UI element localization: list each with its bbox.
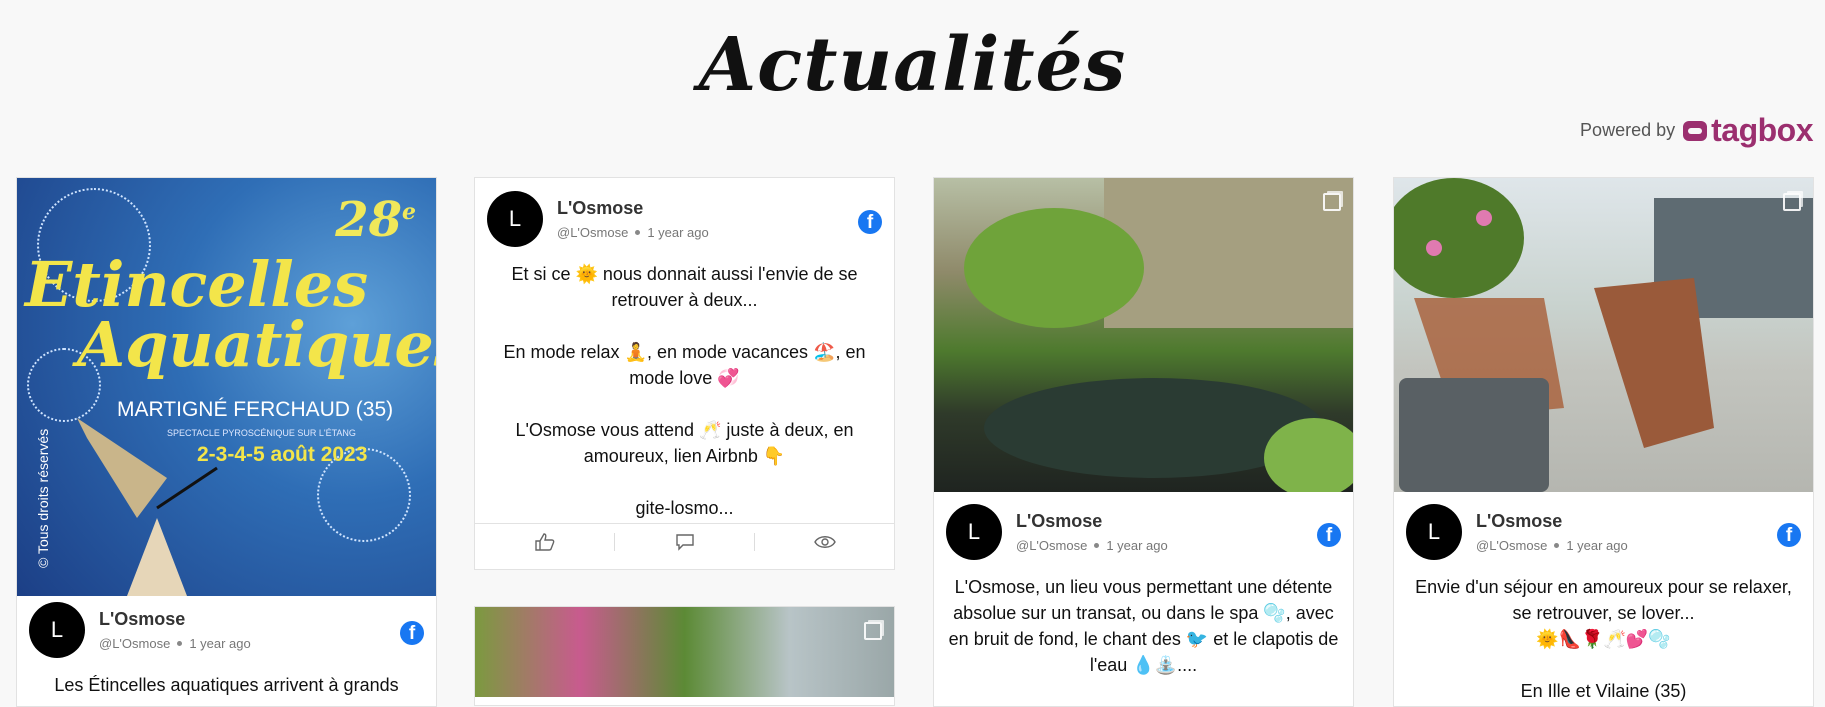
post-card[interactable]: 28e Etincelles Aquatiques MARTIGNÉ FERCH…	[16, 177, 437, 707]
comment-icon	[675, 533, 694, 551]
post-card[interactable]: L L'Osmose @L'Osmose 1 year ago f Envie d…	[1393, 177, 1814, 707]
post-time: 1 year ago	[1106, 538, 1168, 553]
tagbox-logo[interactable]: tagbox	[1683, 112, 1813, 149]
tagbox-logo-icon	[1683, 120, 1708, 141]
view-icon	[813, 535, 836, 548]
page-title: Actualités	[698, 22, 1127, 108]
gallery-icon	[1783, 193, 1801, 211]
pond-illustration	[964, 178, 1353, 492]
facebook-icon[interactable]: f	[400, 621, 424, 645]
like-icon	[534, 532, 554, 551]
author-meta: @L'Osmose 1 year ago	[1476, 538, 1628, 553]
post-text: Envie d'un séjour en amoureux pour se re…	[1394, 574, 1813, 704]
avatar[interactable]: L	[1406, 504, 1462, 560]
powered-by-label: Powered by	[1580, 120, 1676, 140]
post-paragraph: L'Osmose vous attend 🥂 juste à deux, en …	[515, 420, 854, 466]
comment-button[interactable]	[615, 532, 755, 551]
post-text: Et si ce 🌞 nous donnait aussi l'envie de…	[475, 261, 894, 523]
post-actions	[475, 523, 894, 559]
separator-dot	[635, 230, 641, 235]
avatar[interactable]: L	[946, 504, 1002, 560]
post-author[interactable]: L L'Osmose @L'Osmose 1 year ago f	[934, 498, 1353, 566]
post-image[interactable]	[1394, 178, 1813, 492]
separator-dot	[1554, 543, 1560, 548]
post-emoji-line: 🌞👠🌹🥂💕🫧	[1536, 629, 1671, 649]
facebook-icon[interactable]: f	[1317, 523, 1341, 547]
separator-dot	[1094, 543, 1100, 548]
powered-by-tagbox[interactable]: Powered by tagbox	[1580, 112, 1813, 149]
post-card[interactable]	[474, 606, 895, 706]
post-paragraph: Envie d'un séjour en amoureux pour se re…	[1415, 577, 1792, 623]
post-text: L'Osmose, un lieu vous permettant une dé…	[948, 577, 1339, 675]
post-paragraph: Et si ce 🌞 nous donnait aussi l'envie de…	[511, 264, 858, 310]
post-image[interactable]	[934, 178, 1353, 492]
author-handle: @L'Osmose	[1016, 538, 1088, 553]
facebook-icon[interactable]: f	[858, 210, 882, 234]
separator-dot	[177, 641, 183, 646]
author-handle: @L'Osmose	[557, 225, 629, 240]
author-meta: @L'Osmose 1 year ago	[1016, 538, 1168, 553]
avatar[interactable]: L	[29, 602, 85, 658]
gallery-icon	[864, 622, 882, 640]
post-image[interactable]	[475, 607, 894, 697]
author-name[interactable]: L'Osmose	[1016, 511, 1168, 532]
post-time: 1 year ago	[189, 636, 251, 651]
facebook-icon[interactable]: f	[1777, 523, 1801, 547]
post-card[interactable]: L L'Osmose @L'Osmose 1 year ago f L'Osmos…	[933, 177, 1354, 707]
author-name[interactable]: L'Osmose	[1476, 511, 1628, 532]
post-text: Les Étincelles aquatiques arrivent à gra…	[54, 675, 399, 706]
post-paragraph: En Ille et Vilaine (35)	[1520, 681, 1687, 701]
view-button[interactable]	[755, 533, 894, 551]
post-image[interactable]: 28e Etincelles Aquatiques MARTIGNÉ FERCH…	[17, 178, 436, 596]
avatar[interactable]: L	[487, 191, 543, 247]
author-name[interactable]: L'Osmose	[99, 609, 251, 630]
author-name[interactable]: L'Osmose	[557, 198, 709, 219]
post-card[interactable]: L L'Osmose @L'Osmose 1 year ago f Et si c…	[474, 177, 895, 570]
post-link-text[interactable]: gite-losmo...	[489, 495, 880, 521]
post-author[interactable]: L L'Osmose @L'Osmose 1 year ago f	[17, 596, 436, 664]
gallery-icon	[1323, 193, 1341, 211]
post-paragraph: En mode relax 🧘, en mode vacances 🏖️, en…	[503, 342, 866, 388]
post-time: 1 year ago	[647, 225, 709, 240]
author-handle: @L'Osmose	[99, 636, 171, 651]
patio-illustration	[1394, 178, 1813, 492]
post-time: 1 year ago	[1566, 538, 1628, 553]
post-author[interactable]: L L'Osmose @L'Osmose 1 year ago f	[475, 185, 894, 253]
post-author[interactable]: L L'Osmose @L'Osmose 1 year ago f	[1394, 498, 1813, 566]
author-meta: @L'Osmose 1 year ago	[99, 636, 251, 651]
author-handle: @L'Osmose	[1476, 538, 1548, 553]
author-meta: @L'Osmose 1 year ago	[557, 225, 709, 240]
like-button[interactable]	[475, 532, 615, 551]
poster-rocket-illustration	[77, 418, 218, 596]
tagbox-brand: tagbox	[1711, 112, 1813, 148]
